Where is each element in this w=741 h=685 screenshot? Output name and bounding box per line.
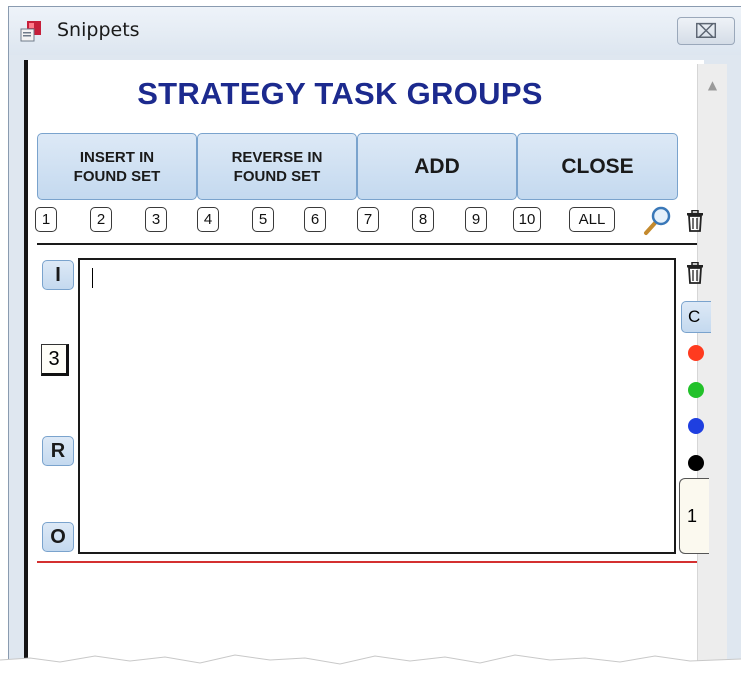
add-label: ADD	[414, 154, 460, 178]
text-caret	[92, 268, 93, 288]
blue-color-dot[interactable]	[688, 418, 704, 434]
c-label: C	[688, 307, 701, 326]
group-1-button[interactable]: 1	[35, 207, 57, 232]
close-icon: ⌧	[694, 19, 718, 43]
divider-bottom	[37, 561, 697, 563]
close-label: CLOSE	[561, 154, 634, 178]
reverse-label-line2: FOUND SET	[233, 167, 321, 185]
c-button[interactable]: C	[681, 301, 711, 333]
group-7-button[interactable]: 7	[357, 207, 379, 232]
scroll-up-icon[interactable]: ▲	[698, 78, 727, 98]
insert-label-line2: FOUND SET	[73, 167, 161, 185]
count-box: 3	[41, 344, 69, 376]
group-3-button[interactable]: 3	[145, 207, 167, 232]
window-title: Snippets	[57, 19, 140, 41]
group-10-button[interactable]: 10	[513, 207, 541, 232]
trash-icon[interactable]	[686, 262, 704, 284]
app-icon	[20, 21, 41, 42]
group-2-button[interactable]: 2	[90, 207, 112, 232]
r-button[interactable]: R	[42, 436, 74, 466]
o-button[interactable]: O	[42, 522, 74, 552]
title-bar[interactable]: Snippets ⌧	[9, 7, 741, 55]
red-color-dot[interactable]	[688, 345, 704, 361]
group-9-button[interactable]: 9	[465, 207, 487, 232]
black-color-dot[interactable]	[688, 455, 704, 471]
page-title: STRATEGY TASK GROUPS	[137, 76, 543, 111]
green-color-dot[interactable]	[688, 382, 704, 398]
trash-icon[interactable]	[686, 210, 704, 232]
i-button[interactable]: I	[42, 260, 74, 290]
group-5-button[interactable]: 5	[252, 207, 274, 232]
reverse-in-found-set-button[interactable]: REVERSE IN FOUND SET	[197, 133, 357, 200]
add-button[interactable]: ADD	[357, 133, 517, 200]
group-8-button[interactable]: 8	[412, 207, 434, 232]
side-number-box: 1	[679, 478, 709, 554]
group-4-button[interactable]: 4	[197, 207, 219, 232]
reverse-label-line1: REVERSE IN	[231, 148, 323, 166]
torn-edge	[0, 654, 741, 685]
close-button[interactable]: CLOSE	[517, 133, 678, 200]
insert-label-line1: INSERT IN	[79, 148, 155, 166]
vertical-scrollbar[interactable]: ▲	[697, 64, 727, 666]
side-number-label: 1	[687, 505, 698, 526]
window-close-button[interactable]: ⌧	[677, 17, 735, 45]
search-icon[interactable]	[642, 205, 672, 237]
insert-in-found-set-button[interactable]: INSERT IN FOUND SET	[37, 133, 197, 200]
group-all-button[interactable]: ALL	[569, 207, 615, 232]
divider-top	[37, 243, 697, 245]
group-6-button[interactable]: 6	[304, 207, 326, 232]
snippet-text-area[interactable]	[78, 258, 676, 554]
